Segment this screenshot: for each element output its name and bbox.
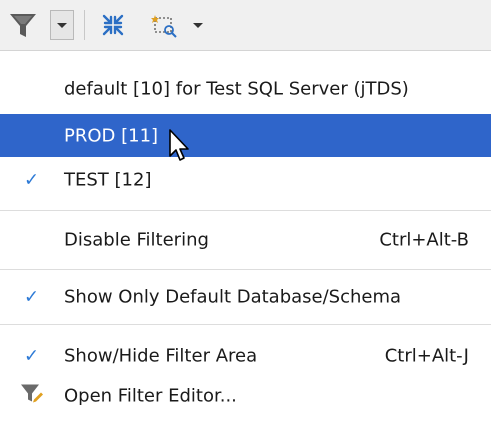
menu-item-open-filter-editor[interactable]: Open Filter Editor... <box>0 376 491 416</box>
menu-item-show-hide-filter-area[interactable]: ✓ Show/Hide Filter Area Ctrl+Alt-J <box>0 336 491 376</box>
menu-item-default-test-sql-server[interactable]: default [10] for Test SQL Server (jTDS) <box>0 64 491 114</box>
menu-item-label: TEST [12] <box>64 169 152 190</box>
collapse-all-icon <box>102 14 124 36</box>
check-icon: ✓ <box>24 345 40 367</box>
filter-edit-icon <box>20 382 44 411</box>
menu-item-test[interactable]: ✓ TEST [12] <box>0 157 491 202</box>
menu-item-prod[interactable]: PROD [11] <box>0 114 491 157</box>
check-icon: ✓ <box>24 286 40 308</box>
new-filter-icon <box>151 15 177 38</box>
menu-item-label: PROD [11] <box>64 125 159 146</box>
menu-item-label: Disable Filtering <box>64 229 209 251</box>
menu-item-label: default [10] for Test SQL Server (jTDS) <box>64 78 409 100</box>
menu-item-disable-filtering[interactable]: Disable Filtering Ctrl+Alt-B <box>0 211 491 269</box>
filter-icon <box>10 14 36 37</box>
menu-divider <box>0 324 491 325</box>
new-filter-dropdown-button[interactable] <box>188 10 208 40</box>
toolbar-separator <box>84 10 85 40</box>
dropdown-arrow-icon <box>193 22 203 28</box>
menu-item-show-only-default-database[interactable]: ✓ Show Only Default Database/Schema <box>0 270 491 324</box>
collapse-all-button[interactable] <box>96 10 130 40</box>
filter-menu: default [10] for Test SQL Server (jTDS) … <box>0 50 491 424</box>
new-filter-button[interactable] <box>146 10 182 40</box>
mouse-cursor-icon <box>168 128 194 168</box>
menu-item-shortcut: Ctrl+Alt-J <box>384 345 469 367</box>
menu-item-label: Show Only Default Database/Schema <box>64 286 402 308</box>
menu-item-label: Show/Hide Filter Area <box>64 345 258 367</box>
menu-item-shortcut: Ctrl+Alt-B <box>379 229 469 251</box>
dropdown-arrow-icon <box>57 22 67 28</box>
check-icon: ✓ <box>24 169 40 190</box>
filter-button[interactable] <box>0 10 46 40</box>
filter-dropdown-button[interactable] <box>50 10 74 40</box>
toolbar <box>0 0 491 50</box>
menu-item-label: Open Filter Editor... <box>64 385 237 407</box>
